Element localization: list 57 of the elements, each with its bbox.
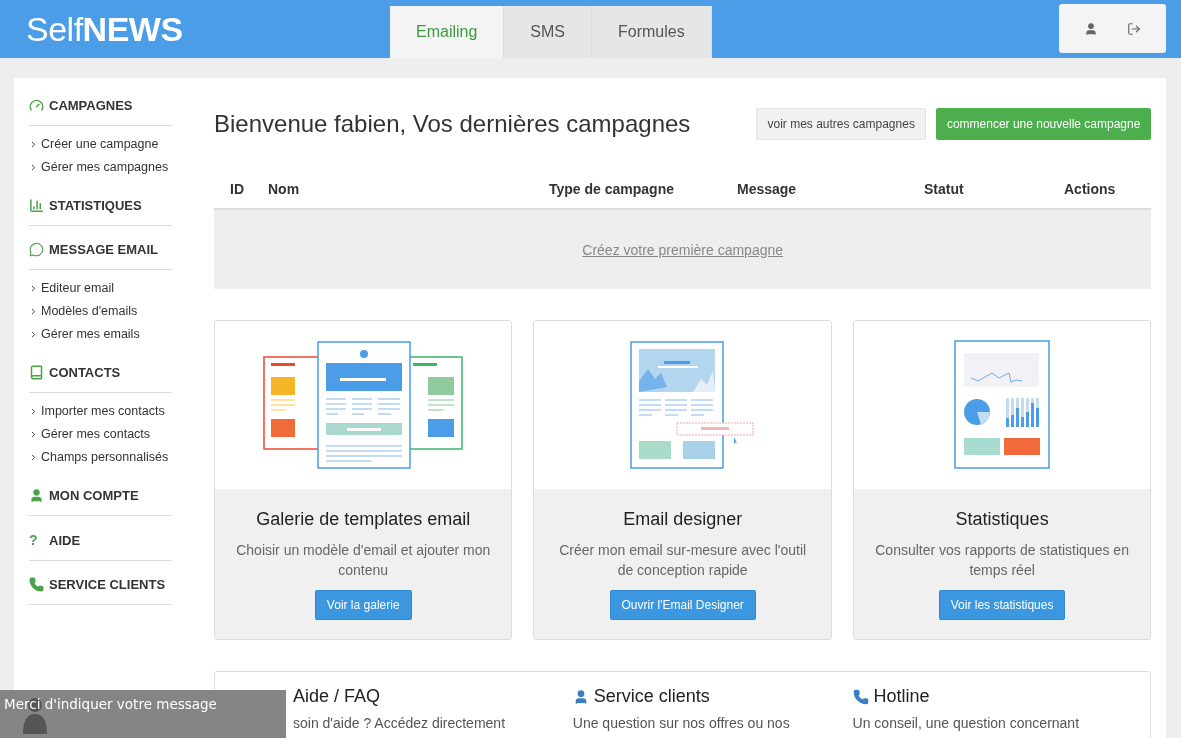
sidebar-heading[interactable]: CAMPAGNES — [49, 98, 133, 113]
speech-bubble-icon — [29, 242, 44, 257]
chevron-icon — [29, 329, 38, 339]
card-description: Choisir un modèle d'email et ajouter mon contenu — [235, 541, 492, 580]
help-title: Hotline — [873, 686, 930, 707]
card-title: Statistiques — [955, 509, 1049, 530]
help-title: Aide / FAQ — [293, 686, 381, 707]
help-text: soin d'aide ? Accédez directement — [293, 715, 507, 731]
chat-prompt: Merci d'indiquer votre message — [4, 696, 217, 712]
sidebar-heading[interactable]: SERVICE CLIENTS — [49, 577, 166, 592]
sidebar-link[interactable]: Champs personnalisés — [29, 447, 172, 470]
sidebar-heading[interactable]: MESSAGE EMAIL — [49, 242, 159, 257]
nav-tab[interactable]: Formules — [592, 6, 712, 58]
phone-icon — [852, 688, 869, 705]
other-campaigns-button[interactable]: voir mes autres campagnes — [756, 108, 926, 140]
sidebar-heading[interactable]: AIDE — [49, 532, 81, 548]
book-icon — [29, 365, 44, 380]
column-header: Actions — [1064, 181, 1117, 197]
column-header: Statut — [924, 181, 965, 197]
help-text: Un conseil, une question concernant — [852, 715, 1081, 731]
column-header: Message — [737, 181, 798, 197]
sidebar-link[interactable]: Importer mes contacts — [29, 401, 172, 424]
chevron-icon — [29, 162, 38, 172]
nav-tab[interactable]: SMS — [504, 6, 593, 58]
chevron-icon — [29, 429, 38, 439]
chevron-icon — [29, 139, 38, 149]
chat-widget[interactable]: Merci d'indiquer votre message — [0, 690, 286, 738]
sidebar-link[interactable]: Gérer mes contacts — [29, 424, 172, 447]
sidebar-link[interactable]: Modèles d'emails — [29, 301, 172, 324]
column-header: Nom — [268, 181, 301, 197]
sidebar-heading[interactable]: STATISTIQUES — [49, 198, 142, 213]
help-text: Une question sur nos offres ou nos — [572, 715, 791, 731]
dashboard-icon — [29, 98, 44, 113]
chevron-icon — [29, 306, 38, 316]
page-title: Bienvenue fabien, Vos dernières campagnes — [214, 110, 692, 138]
column-header: ID — [230, 181, 245, 197]
user-icon — [29, 488, 44, 503]
question-mark-icon: ? — [29, 532, 44, 548]
sidebar-link[interactable]: Gérer mes campagnes — [29, 157, 172, 180]
sidebar-link[interactable]: Créer une campagne — [29, 134, 172, 157]
sidebar-link[interactable]: Editeur email — [29, 278, 172, 301]
column-header: Type de campagne — [549, 181, 675, 197]
card-title: Galerie de templates email — [256, 509, 471, 530]
logout-icon[interactable] — [1127, 21, 1142, 36]
bar-chart-icon — [29, 198, 44, 213]
sidebar-link[interactable]: Gérer mes emails — [29, 324, 172, 347]
card-description: Créer mon email sur-mesure avec l'outil de conception rapide — [558, 541, 808, 580]
sidebar-heading[interactable]: MON COMPTE — [49, 488, 139, 503]
help-title: Service clients — [593, 686, 710, 707]
chevron-icon — [29, 283, 38, 293]
user-icon[interactable] — [1083, 21, 1098, 36]
card-description: Consulter vos rapports de statistiques en temps réel — [874, 541, 1130, 580]
card-title: Email designer — [623, 509, 743, 530]
chevron-icon — [29, 406, 38, 416]
sidebar-heading[interactable]: CONTACTS — [49, 365, 121, 380]
phone-icon — [29, 577, 44, 592]
chevron-icon — [29, 452, 38, 462]
